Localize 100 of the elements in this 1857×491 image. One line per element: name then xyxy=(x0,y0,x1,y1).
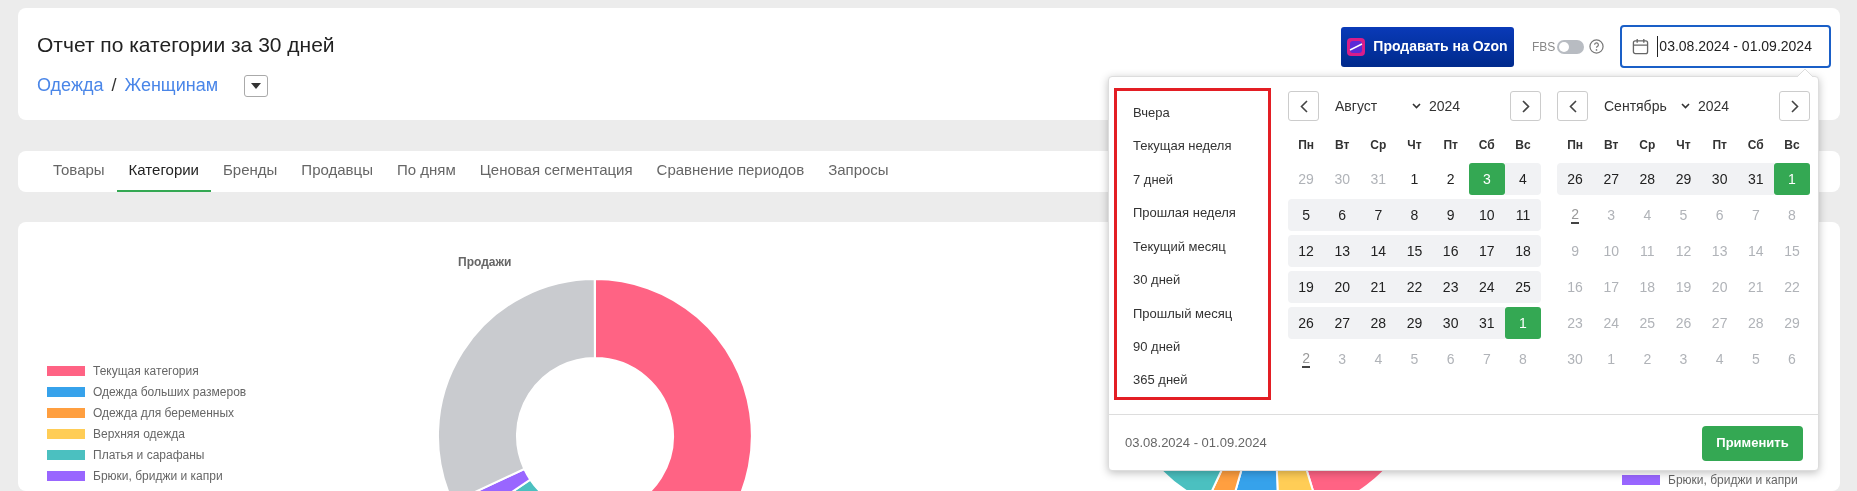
breadcrumb-link[interactable]: Одежда xyxy=(37,72,104,99)
chevron-left-icon xyxy=(1568,99,1577,113)
calendar-day[interactable]: 2 xyxy=(1432,163,1469,195)
calendar-day[interactable]: 28 xyxy=(1360,307,1397,339)
weekday-label: Пн xyxy=(1297,137,1315,154)
page-title: Отчет по категории за 30 дней xyxy=(37,32,335,58)
calendar-day[interactable]: 30 xyxy=(1432,307,1469,339)
calendar-day[interactable]: 29 xyxy=(1396,307,1433,339)
calendar-day[interactable]: 21 xyxy=(1360,271,1397,303)
breadcrumb-link[interactable]: Женщинам xyxy=(124,72,219,99)
tab[interactable]: Категории xyxy=(116,151,211,192)
calendar-day[interactable]: 24 xyxy=(1468,271,1505,303)
apply-button[interactable]: Применить xyxy=(1702,425,1803,461)
calendar-day[interactable]: 3 xyxy=(1468,163,1505,195)
year-label: 2024 xyxy=(1429,96,1461,116)
calendar-day[interactable]: 27 xyxy=(1324,307,1361,339)
legend-label: Платья и сарафаны xyxy=(93,446,205,464)
calendar-day[interactable]: 19 xyxy=(1288,271,1325,303)
tab[interactable]: Ценовая сегментация xyxy=(467,151,645,192)
legend-label: Верхняя одежда xyxy=(93,425,185,443)
calendar-day[interactable]: 4 xyxy=(1504,163,1541,195)
previous-month-button[interactable] xyxy=(1557,91,1588,121)
calendar-day[interactable]: 26 xyxy=(1557,163,1594,195)
calendar-day[interactable]: 31 xyxy=(1737,163,1774,195)
dropdown-button[interactable] xyxy=(244,74,269,97)
chevron-down-icon xyxy=(1681,103,1690,109)
month-select[interactable]: Август xyxy=(1335,95,1421,117)
calendar-day[interactable]: 6 xyxy=(1324,199,1361,231)
preset-option[interactable]: 7 дней xyxy=(1133,162,1174,197)
calendar-day[interactable]: 29 xyxy=(1665,163,1702,195)
calendar-day[interactable]: 30 xyxy=(1701,163,1738,195)
calendar-day[interactable]: 7 xyxy=(1360,199,1397,231)
preset-option[interactable]: 30 дней xyxy=(1133,263,1181,297)
calendar-day[interactable]: 23 xyxy=(1432,271,1469,303)
tab[interactable]: Запросы xyxy=(816,151,901,192)
tab[interactable]: Сравнение периодов xyxy=(644,151,817,192)
weekday-label: Сб xyxy=(1477,137,1496,154)
next-month-button[interactable] xyxy=(1779,91,1810,121)
tab[interactable]: Продавцы xyxy=(289,151,385,192)
next-month-button[interactable] xyxy=(1510,91,1541,121)
preset-option[interactable]: 365 дней xyxy=(1133,363,1188,397)
tab[interactable]: Бренды xyxy=(211,151,290,192)
date-range-field[interactable]: 03.08.2024 - 01.09.2024 xyxy=(1620,25,1832,68)
calendar-day[interactable]: 11 xyxy=(1504,199,1541,231)
weekday-label: Пн xyxy=(1566,137,1584,154)
preset-option[interactable]: Вчера xyxy=(1133,96,1170,130)
chevron-left-icon xyxy=(1299,99,1308,113)
legend-label: Брюки, бриджи и капри xyxy=(1668,471,1798,489)
calendar-day[interactable]: 10 xyxy=(1468,199,1505,231)
tab[interactable]: По дням xyxy=(384,151,468,192)
fbs-label: FBS xyxy=(1532,38,1556,56)
calendar-day[interactable]: 8 xyxy=(1396,199,1433,231)
marketplace-logo-icon xyxy=(1347,37,1366,56)
calendar-day[interactable]: 15 xyxy=(1396,235,1433,267)
chart-title: Продажи xyxy=(458,254,512,271)
weekday-label: Сб xyxy=(1746,137,1765,154)
weekday-label: Вт xyxy=(1603,137,1620,154)
calendar-day[interactable]: 12 xyxy=(1288,235,1325,267)
calendar-day[interactable]: 16 xyxy=(1432,235,1469,267)
calendar-day[interactable]: 26 xyxy=(1288,307,1325,339)
selected-range-label: 03.08.2024 - 01.09.2024 xyxy=(1125,434,1267,453)
year-label: 2024 xyxy=(1698,96,1730,116)
chevron-right-icon xyxy=(1790,99,1799,113)
calendar-day[interactable]: 25 xyxy=(1504,271,1541,303)
calendar-day[interactable]: 13 xyxy=(1324,235,1361,267)
legend-label: Брюки, бриджи и капри xyxy=(93,467,223,485)
preset-option[interactable]: Прошлый месяц xyxy=(1133,296,1233,331)
weekday-label: Пт xyxy=(1711,137,1728,154)
preset-option[interactable]: Текущий месяц xyxy=(1133,229,1226,264)
weekday-label: Ср xyxy=(1638,137,1657,154)
chevron-right-icon xyxy=(1521,99,1530,113)
calendar-day[interactable]: 22 xyxy=(1396,271,1433,303)
calendar-day[interactable]: 18 xyxy=(1504,235,1541,267)
sell-on-ozon-button[interactable]: Продавать на Ozon xyxy=(1341,26,1514,67)
calendar-day[interactable]: 1 xyxy=(1396,163,1433,195)
calendar-day[interactable]: 20 xyxy=(1324,271,1361,303)
weekday-label: Пт xyxy=(1442,137,1459,154)
chevron-down-icon xyxy=(1412,103,1421,109)
help-icon[interactable] xyxy=(1589,39,1605,54)
calendar-day[interactable]: 14 xyxy=(1360,235,1397,267)
legend-label: Одежда для беременных xyxy=(93,404,235,422)
calendar-icon xyxy=(1632,38,1650,55)
month-select[interactable]: Сентябрь xyxy=(1604,95,1690,117)
calendar-day[interactable]: 28 xyxy=(1629,163,1666,195)
calendar-day[interactable]: 31 xyxy=(1468,307,1505,339)
caret-icon xyxy=(251,82,262,89)
previous-month-button[interactable] xyxy=(1288,91,1319,121)
weekday-label: Вс xyxy=(1783,137,1801,154)
calendar-day[interactable]: 1 xyxy=(1504,307,1541,339)
preset-option[interactable]: 90 дней xyxy=(1133,330,1181,364)
calendar-day[interactable]: 27 xyxy=(1593,163,1630,195)
preset-option[interactable]: Прошлая неделя xyxy=(1133,196,1236,230)
preset-option[interactable]: Текущая неделя xyxy=(1133,129,1232,163)
legend-label: Текущая категория xyxy=(93,362,199,380)
weekday-label: Чт xyxy=(1406,137,1423,154)
calendar-day[interactable]: 5 xyxy=(1288,199,1325,231)
calendar-day[interactable]: 9 xyxy=(1432,199,1469,231)
tab[interactable]: Товары xyxy=(41,151,117,192)
calendar-day[interactable]: 1 xyxy=(1773,163,1810,195)
calendar-day[interactable]: 17 xyxy=(1468,235,1505,267)
